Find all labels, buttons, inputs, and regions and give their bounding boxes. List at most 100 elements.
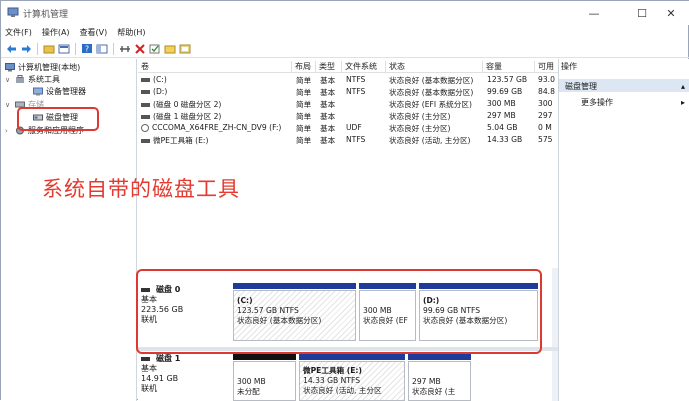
partition-title: 微PE工具箱 (E:) <box>303 366 362 375</box>
partition-unallocated[interactable]: 300 MB 未分配 <box>233 361 296 401</box>
computer-management-icon <box>7 7 19 17</box>
volume-layout: 简单 <box>296 88 312 97</box>
computer-icon <box>5 63 15 72</box>
toolbar-separator <box>113 42 114 55</box>
back-icon[interactable] <box>5 43 17 55</box>
volume-free: 297 <box>538 111 553 120</box>
volume-type: 基本 <box>320 76 336 85</box>
close-button[interactable]: ✕ <box>652 1 689 25</box>
disk1-info[interactable]: 磁盘 1 基本 14.91 GB 联机 <box>141 354 180 394</box>
menu-view[interactable]: 查看(V) <box>80 27 108 38</box>
volume-layout: 简单 <box>296 136 312 145</box>
volume-type: 基本 <box>320 100 336 109</box>
volume-name: (C:) <box>153 75 167 84</box>
collapse-up-icon[interactable]: ▴ <box>681 82 685 91</box>
volume-free: 84.8 <box>538 87 555 96</box>
tools-icon <box>16 75 24 83</box>
volume-icon <box>141 90 150 94</box>
connect-icon[interactable] <box>119 43 131 55</box>
disk1-name: 磁盘 1 <box>156 354 181 363</box>
volume-name: 微PE工具箱 (E:) <box>153 136 209 145</box>
volume-icon <box>141 115 150 119</box>
highlight-box-disk-management <box>17 107 99 131</box>
col-layout[interactable]: 布局 <box>292 61 316 72</box>
help-icon[interactable]: ? <box>81 43 93 55</box>
volume-list-header: 卷 布局 类型 文件系统 状态 容量 可用 <box>138 59 558 73</box>
tree-system-tools[interactable]: ∨ 系统工具 <box>5 74 60 85</box>
svg-text:?: ? <box>85 45 89 54</box>
collapse-icon[interactable]: ∨ <box>5 101 12 109</box>
partition-e[interactable]: 微PE工具箱 (E:) 14.33 GB NTFS 状态良好 (活动, 主分区 <box>299 361 405 401</box>
forward-icon[interactable] <box>20 43 32 55</box>
tree-device-manager[interactable]: 设备管理器 <box>33 86 86 97</box>
partition-status: 状态良好 (主 <box>412 387 456 396</box>
volume-capacity: 123.57 GB <box>487 75 528 84</box>
volume-icon <box>141 78 150 82</box>
up-folder-icon[interactable] <box>43 43 55 55</box>
computer-management-window: 计算机管理 — ☐ ✕ 文件(F) 操作(A) 查看(V) 帮助(H) ? 计算… <box>0 0 689 401</box>
volume-layout: 简单 <box>296 100 312 109</box>
volume-row[interactable]: (C:) 简单 基本 NTFS 状态良好 (基本数据分区) 123.57 GB … <box>138 75 558 86</box>
volume-status: 状态良好 (主分区) <box>389 124 451 133</box>
volume-type: 基本 <box>320 136 336 145</box>
menu-action[interactable]: 操作(A) <box>42 27 70 38</box>
volume-free: 300 <box>538 99 553 108</box>
menu-file[interactable]: 文件(F) <box>5 27 32 38</box>
tree-root-label: 计算机管理(本地) <box>18 63 81 72</box>
volume-capacity: 297 MB <box>487 111 516 120</box>
partition-bar <box>408 354 471 360</box>
volume-capacity: 300 MB <box>487 99 516 108</box>
action-disk-management[interactable]: 磁盘管理 <box>559 79 689 92</box>
toolbar-separator <box>37 42 38 55</box>
menu-help[interactable]: 帮助(H) <box>117 27 145 38</box>
col-type[interactable]: 类型 <box>316 61 342 72</box>
volume-row[interactable]: CCCOMA_X64FRE_ZH-CN_DV9 (F:) 简单 基本 UDF 状… <box>138 123 558 134</box>
volume-status: 状态良好 (活动, 主分区) <box>389 136 471 145</box>
volume-capacity: 14.33 GB <box>487 135 523 144</box>
volume-name: CCCOMA_X64FRE_ZH-CN_DV9 (F:) <box>152 123 282 132</box>
properties-icon[interactable] <box>58 43 70 55</box>
collapse-icon[interactable]: ∨ <box>5 76 12 84</box>
actions-pane: 操作 磁盘管理 ▴ 更多操作 ▸ <box>558 59 689 401</box>
mmc-icon[interactable] <box>179 43 191 55</box>
volume-type: 基本 <box>320 112 336 121</box>
partition-size: 300 MB <box>237 377 266 386</box>
submenu-arrow-icon: ▸ <box>681 98 686 107</box>
annotation-text: 系统自带的磁盘工具 <box>42 177 240 201</box>
partition-status: 未分配 <box>237 387 260 396</box>
delete-icon[interactable] <box>134 43 146 55</box>
volume-name: (磁盘 1 磁盘分区 2) <box>153 112 222 121</box>
col-status[interactable]: 状态 <box>386 61 483 72</box>
disk1-size: 14.91 GB <box>141 374 179 383</box>
partition-primary[interactable]: 297 MB 状态良好 (主 <box>408 361 471 401</box>
volume-icon <box>141 103 150 107</box>
tree-root[interactable]: 计算机管理(本地) <box>5 62 80 73</box>
device-manager-icon <box>33 87 43 96</box>
vertical-scrollbar[interactable] <box>552 268 558 401</box>
disk-icon <box>141 356 150 361</box>
col-filesystem[interactable]: 文件系统 <box>342 61 386 72</box>
volume-name: (磁盘 0 磁盘分区 2) <box>153 100 222 109</box>
col-free[interactable]: 可用 <box>535 61 558 72</box>
disk1-status: 联机 <box>141 384 157 393</box>
volume-row[interactable]: (D:) 简单 基本 NTFS 状态良好 (基本数据分区) 99.69 GB 8… <box>138 87 558 98</box>
col-volume[interactable]: 卷 <box>138 61 292 72</box>
check-icon[interactable] <box>149 43 161 55</box>
volume-fs: NTFS <box>346 87 366 96</box>
volume-row[interactable]: (磁盘 1 磁盘分区 2) 简单 基本 状态良好 (主分区) 297 MB 29… <box>138 111 558 122</box>
console-tree-icon[interactable] <box>96 43 108 55</box>
volume-fs: NTFS <box>346 135 366 144</box>
volume-fs: NTFS <box>346 75 366 84</box>
action-more[interactable]: 更多操作 <box>581 97 613 108</box>
volume-icon <box>141 139 150 143</box>
folder-icon[interactable] <box>164 43 176 55</box>
expand-icon[interactable]: › <box>5 127 12 135</box>
minimize-button[interactable]: — <box>575 1 613 25</box>
partition-status: 状态良好 (活动, 主分区 <box>303 386 382 395</box>
col-capacity[interactable]: 容量 <box>483 61 535 72</box>
volume-status: 状态良好 (EFI 系统分区) <box>389 100 472 109</box>
volume-layout: 简单 <box>296 76 312 85</box>
tree-system-tools-label: 系统工具 <box>28 75 60 84</box>
volume-row[interactable]: (磁盘 0 磁盘分区 2) 简单 基本 状态良好 (EFI 系统分区) 300 … <box>138 99 558 110</box>
volume-row[interactable]: 微PE工具箱 (E:) 简单 基本 NTFS 状态良好 (活动, 主分区) 14… <box>138 135 558 146</box>
